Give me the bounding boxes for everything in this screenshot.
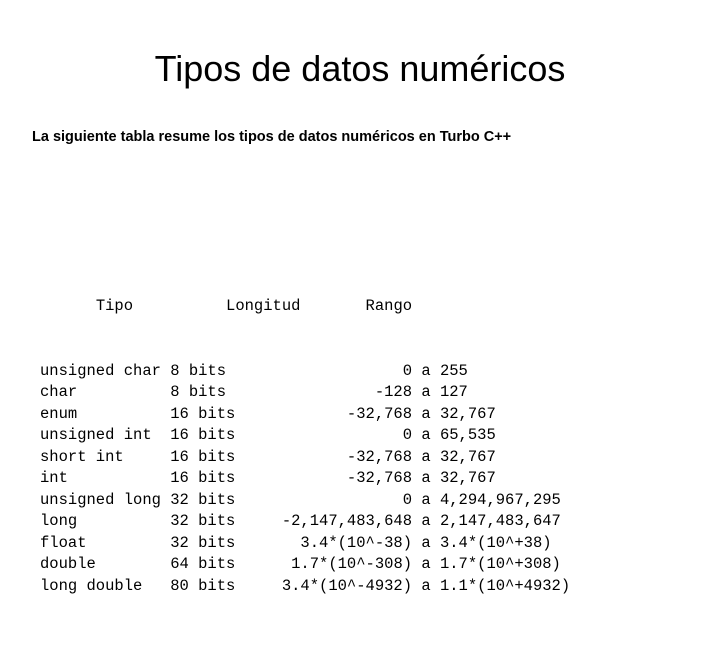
cell-rango-max: 127 (439, 383, 468, 401)
cell-tipo: double (40, 555, 96, 573)
cell-tipo: enum (40, 404, 78, 423)
table-header-row: Tipo Longitud Rango (40, 275, 570, 315)
cell-tipo: float (40, 533, 87, 552)
cell-tipo: long (40, 512, 78, 530)
cell-longitud: 64 bits (170, 555, 236, 573)
cell-rango-max: 32,767 (439, 447, 496, 466)
cell-tipo: unsigned int (40, 426, 152, 444)
cell-longitud: 16 bits (170, 404, 236, 423)
cell-rango-min: -128 (374, 383, 413, 401)
cell-longitud: 32 bits (170, 490, 236, 509)
cell-longitud: 16 bits (170, 469, 236, 487)
cell-rango-separator: a (421, 512, 431, 530)
cell-tipo: char (40, 383, 78, 401)
cell-rango-min: -32,768 (346, 447, 413, 466)
cell-rango-max: 65,535 (439, 426, 496, 444)
table-row: double 64 bits 1.7*(10^-308) a 1.7*(10^+308) (40, 554, 570, 576)
cell-rango-separator: a (421, 469, 431, 487)
cell-tipo: unsigned char (40, 361, 161, 380)
table-row: float 32 bits 3.4*(10^-38) a 3.4*(10^+38) (40, 533, 570, 555)
cell-rango-separator: a (421, 404, 431, 423)
cell-rango-max: 32,767 (439, 469, 496, 487)
cell-rango-min: -2,147,483,648 (281, 512, 413, 530)
cell-tipo: int (40, 469, 68, 487)
cell-rango-min: -32,768 (346, 404, 413, 423)
column-header-longitud: Longitud (226, 297, 301, 315)
column-header-tipo: Tipo (95, 297, 134, 315)
cell-longitud: 8 bits (170, 383, 227, 401)
table-row: int 16 bits -32,768 a 32,767 (40, 468, 570, 490)
cell-rango-separator: a (421, 447, 431, 466)
cell-rango-separator: a (421, 555, 431, 573)
cell-rango-min: 0 (402, 361, 413, 380)
cell-rango-max: 255 (439, 361, 468, 380)
cell-longitud: 80 bits (170, 576, 236, 595)
cell-tipo: unsigned long (40, 490, 161, 509)
cell-rango-separator: a (421, 576, 431, 595)
cell-longitud: 32 bits (170, 533, 236, 552)
table-row: short int 16 bits -32,768 a 32,767 (40, 447, 570, 469)
cell-tipo: short int (40, 447, 124, 466)
cell-rango-min: 3.4*(10^-4932) (281, 576, 413, 595)
numeric-types-table: Tipo Longitud Rango unsigned char 8 bits 0 a 2… (40, 210, 570, 662)
cell-rango-min: -32,768 (346, 469, 413, 487)
cell-rango-max: 32,767 (439, 404, 496, 423)
cell-longitud: 8 bits (170, 361, 227, 380)
cell-tipo: long double (40, 576, 143, 595)
cell-rango-max: 1.1*(10^+4932) (439, 576, 571, 595)
cell-rango-min: 1.7*(10^-308) (291, 555, 413, 573)
cell-rango-min: 3.4*(10^-38) (300, 533, 413, 552)
cell-rango-separator: a (421, 361, 431, 380)
page-title: Tipos de datos numéricos (154, 48, 566, 89)
cell-rango-max: 3.4*(10^+38) (439, 533, 552, 552)
cell-longitud: 32 bits (170, 512, 236, 530)
cell-rango-max: 2,147,483,647 (439, 512, 561, 530)
slide-canvas: Tipos de datos numéricos La siguiente ta… (0, 0, 720, 595)
cell-rango-min: 0 (402, 426, 413, 444)
cell-longitud: 16 bits (170, 447, 236, 466)
cell-rango-separator: a (421, 490, 431, 509)
cell-rango-max: 4,294,967,295 (439, 490, 561, 509)
table-row: long double 80 bits 3.4*(10^-4932) a 1.1*(10… (40, 576, 570, 598)
table-row: unsigned int 16 bits 0 a 65,535 (40, 425, 570, 447)
cell-longitud: 16 bits (170, 426, 236, 444)
table-row: enum 16 bits -32,768 a 32,767 (40, 404, 570, 426)
cell-rango-max: 1.7*(10^+308) (439, 555, 561, 573)
cell-rango-separator: a (421, 426, 431, 444)
cell-rango-min: 0 (402, 490, 413, 509)
cell-rango-separator: a (421, 533, 431, 552)
slide-subtitle: La siguiente tabla resume los tipos de d… (32, 129, 512, 145)
table-row: long 32 bits -2,147,483,648 a 2,147,483,647 (40, 511, 570, 533)
table-body: unsigned char 8 bits 0 a 255 char 8 bits -128 a 1… (40, 361, 570, 598)
cell-rango-separator: a (421, 383, 431, 401)
table-row: char 8 bits -128 a 127 (40, 382, 570, 404)
table-row: unsigned long 32 bits 0 a 4,294,967,295 (40, 490, 570, 512)
column-header-rango: Rango (365, 297, 413, 315)
table-row: unsigned char 8 bits 0 a 255 (40, 361, 570, 383)
